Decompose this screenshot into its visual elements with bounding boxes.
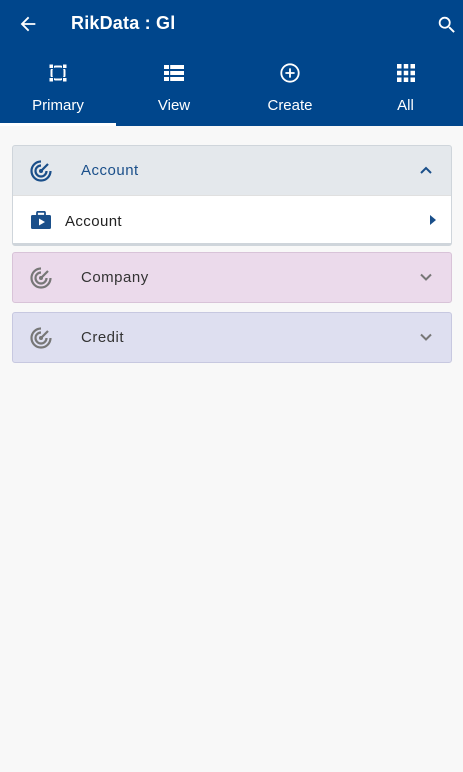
add-circle-icon <box>279 62 301 84</box>
section-label: Credit <box>81 329 125 346</box>
section-account: Account Account <box>12 145 452 246</box>
tab-label: Create <box>267 97 313 114</box>
crop-frame-icon <box>47 62 69 84</box>
tab-bar: Primary View Create All <box>0 54 463 126</box>
section-header-credit[interactable]: Credit <box>13 313 451 362</box>
chevron-up-icon <box>420 166 432 174</box>
tab-primary[interactable]: Primary <box>0 54 116 126</box>
briefcase-play-icon <box>31 211 51 229</box>
caret-right-icon <box>430 215 436 225</box>
arrow-left-icon <box>20 16 36 32</box>
chevron-down-icon <box>420 333 432 341</box>
section-label: Company <box>81 269 149 286</box>
tab-create[interactable]: Create <box>232 54 348 126</box>
tab-all[interactable]: All <box>348 54 463 126</box>
app-bar: RikData : Gl Primary View Create All <box>0 0 463 126</box>
radar-icon <box>30 327 52 349</box>
tab-label: All <box>397 97 414 114</box>
tab-label: View <box>157 97 191 114</box>
grid-apps-icon <box>395 62 417 84</box>
search-icon <box>438 16 455 33</box>
tab-label: Primary <box>32 97 84 114</box>
radar-icon <box>30 267 52 289</box>
tab-view[interactable]: View <box>116 54 232 126</box>
page-title: RikData : Gl <box>71 13 176 33</box>
chevron-down-icon <box>420 273 432 281</box>
search-button[interactable] <box>434 12 460 38</box>
back-button[interactable] <box>14 10 42 38</box>
top-bar: RikData : Gl <box>0 0 463 50</box>
section-label: Account <box>81 162 139 179</box>
section-company: Company <box>12 252 452 303</box>
section-header-account[interactable]: Account <box>13 146 451 195</box>
list-item-label: Account <box>65 213 122 230</box>
list-item-account[interactable]: Account <box>13 195 451 245</box>
list-view-icon <box>163 62 185 84</box>
section-header-company[interactable]: Company <box>13 253 451 302</box>
section-credit: Credit <box>12 312 452 363</box>
radar-icon <box>30 160 52 182</box>
